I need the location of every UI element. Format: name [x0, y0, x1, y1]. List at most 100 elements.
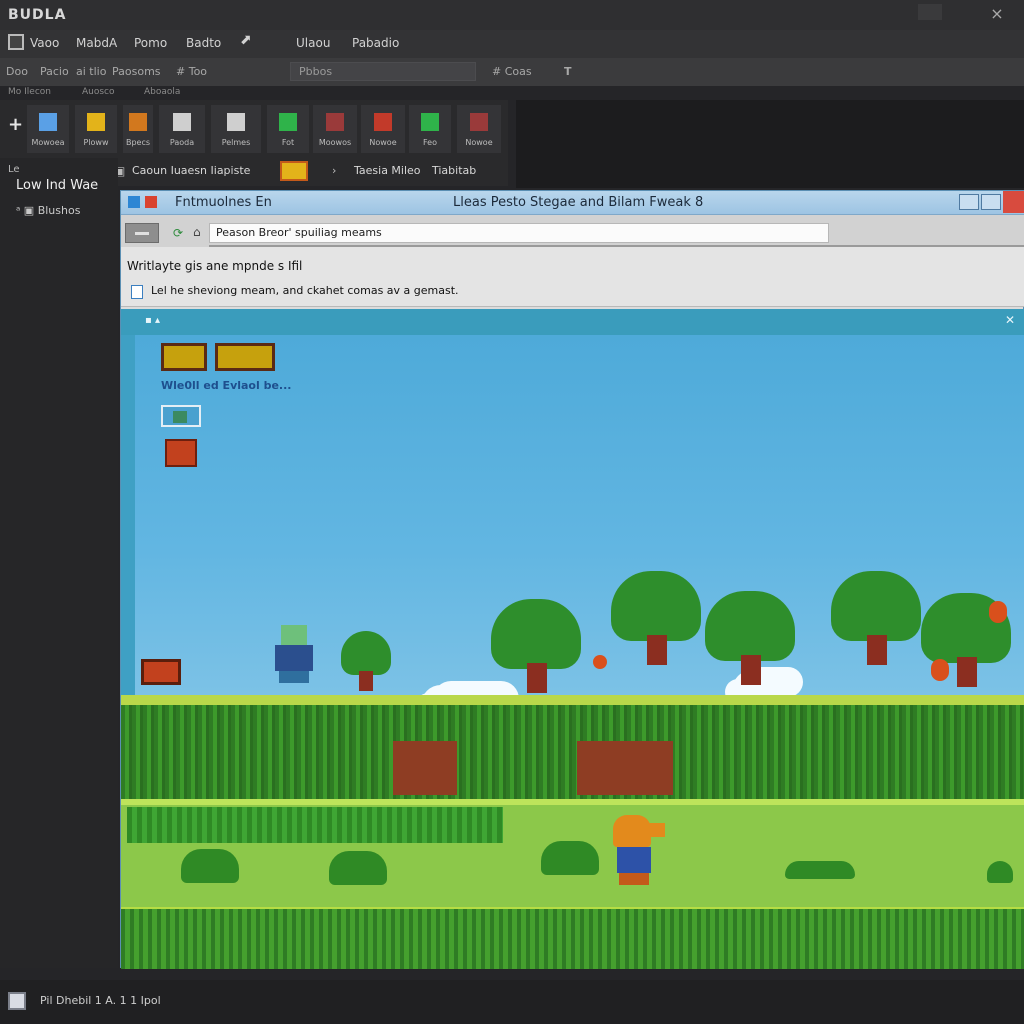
status-text: Pil Dhebil 1 A. 1 1 Ipol: [40, 994, 161, 1007]
info-line-2: Lel he sheviong meam, and ckahet comas a…: [151, 284, 459, 297]
window-close-button[interactable]: [1003, 191, 1024, 213]
cursor-icon: ⬈: [240, 32, 252, 48]
menu-item-6[interactable]: Pabadio: [352, 36, 399, 50]
sprite-icon: [129, 113, 147, 131]
tool-button-7[interactable]: Moowos: [312, 104, 358, 154]
window-close-tab-icon[interactable]: [145, 196, 157, 208]
crumb-1[interactable]: Mo Ilecon: [8, 87, 51, 97]
tool-label: Ploww: [83, 138, 109, 147]
back-button[interactable]: [125, 223, 159, 243]
menu-item-1[interactable]: Vaoo: [30, 36, 59, 50]
window-minimize-button[interactable]: [918, 4, 942, 20]
window-restore-button[interactable]: [959, 194, 979, 210]
tb2-item-6[interactable]: # Coas: [492, 65, 532, 78]
path-edge: [121, 799, 1024, 805]
tb2-item-3[interactable]: ai tlio: [76, 65, 106, 78]
tool-label: Moowos: [318, 138, 352, 147]
tool-button-6[interactable]: Fot: [266, 104, 310, 154]
game-viewport-header: ▪ ▴ ✕: [121, 309, 1024, 335]
app-menu-icon[interactable]: [8, 34, 24, 50]
tool-button-9[interactable]: Feo: [408, 104, 452, 154]
breadcrumb: Mo Ilecon Auosco Aboaola: [0, 86, 510, 100]
game-viewport[interactable]: ▪ ▴ ✕ Wle0ll ed Evlaol be...: [121, 309, 1024, 969]
bush: [785, 861, 855, 879]
hud-text: Wle0ll ed Evlaol be...: [161, 379, 292, 392]
menu-item-3[interactable]: Pomo: [134, 36, 167, 50]
info-line-1: Writlayte gis ane mpnde s Ifil: [127, 259, 303, 273]
window-close-button[interactable]: ×: [984, 4, 1010, 23]
dirt-patch: [577, 741, 673, 795]
document-icon: [131, 285, 143, 299]
grass-field: [121, 909, 1024, 969]
address-input[interactable]: Peason Breor' spuiliag meams: [209, 223, 829, 243]
tool-button-1[interactable]: Mowoea: [26, 104, 70, 154]
tool-button-2[interactable]: Ploww: [74, 104, 118, 154]
box-icon: [374, 113, 392, 131]
arrow-icon: ›: [332, 164, 337, 177]
game-window: Fntmuolnes En Lleas Pesto Stegae and Bil…: [120, 190, 1024, 969]
app-title: BUDLA: [8, 7, 67, 23]
tb2-right-label[interactable]: T: [564, 65, 572, 78]
tree: [705, 591, 795, 691]
status-icon[interactable]: [8, 992, 26, 1010]
window-tab-label[interactable]: Fntmuolnes En: [175, 195, 272, 210]
crumb-2[interactable]: Auosco: [82, 87, 115, 97]
secondary-toolbar: Doo Pacio ai tlio Paosoms # Too Pbbos # …: [0, 58, 1024, 86]
enemy-sprite: [271, 625, 317, 685]
tb2-item-4[interactable]: Paosoms: [112, 65, 161, 78]
camera-icon: [227, 113, 245, 131]
palette2-item-2[interactable]: Taesia Mileo: [354, 164, 421, 177]
menu-item-4[interactable]: Badto: [186, 36, 221, 50]
home-icon[interactable]: ⌂: [193, 225, 201, 239]
bush: [329, 851, 387, 885]
toolbar-search-field[interactable]: Pbbos: [290, 62, 476, 81]
tree-icon: [279, 113, 297, 131]
window-maximize-button[interactable]: [981, 194, 1001, 210]
dirt-patch: [393, 741, 457, 795]
hud-item-icon: [165, 439, 197, 467]
bush: [181, 849, 239, 883]
tool-label: Nowoe: [465, 138, 493, 147]
left-sidebar: Le Low Ind Wae ᵃ ▣ Blushos: [0, 158, 118, 968]
bullet-icon: ᵃ ▣: [16, 204, 38, 217]
menu-bar: Vaoo MabdA Pomo Badto ⬈ Ulaou Pabadio: [0, 30, 1024, 58]
tool-button-5[interactable]: Pelmes: [210, 104, 262, 154]
hud-lives-icon: [161, 343, 277, 371]
window-title: Lleas Pesto Stegae and Bilam Fweak 8: [453, 195, 704, 210]
tree: [341, 631, 391, 691]
grass-field: [121, 705, 1024, 799]
menu-item-2[interactable]: MabdA: [76, 36, 117, 50]
tileset-icon[interactable]: [280, 161, 308, 181]
title-bar: BUDLA ×: [0, 0, 1024, 30]
palette2-item-3[interactable]: Tiabitab: [432, 164, 476, 177]
tree: [611, 571, 701, 671]
tb2-item-2[interactable]: Pacio: [40, 65, 69, 78]
sidebar-title[interactable]: Low Ind Wae: [16, 178, 98, 193]
tool-button-8[interactable]: Nowoe: [360, 104, 406, 154]
leaf-icon: [421, 113, 439, 131]
crumb-3[interactable]: Aboaola: [144, 87, 180, 97]
tool-button-4[interactable]: Paoda: [158, 104, 206, 154]
refresh-icon[interactable]: ⟳: [173, 227, 185, 239]
window-icon: [128, 196, 140, 208]
tb2-item-5[interactable]: # Too: [176, 65, 207, 78]
address-bar: ⟳ ⌂ Peason Breor' spuiliag meams: [121, 215, 1024, 247]
brush-icon: [326, 113, 344, 131]
tool-label: Fot: [281, 138, 295, 147]
empty-panel: [516, 100, 1024, 188]
tool-label: Paoda: [169, 138, 195, 147]
menu-item-5[interactable]: Ulaou: [296, 36, 330, 50]
tool-button-10[interactable]: Nowoe: [456, 104, 502, 154]
tool-button-3[interactable]: Bpecs: [122, 104, 154, 154]
tool-label: Feo: [423, 138, 437, 147]
gears-icon: [39, 113, 57, 131]
tb2-item-1[interactable]: Doo: [6, 65, 28, 78]
palette2-item-1[interactable]: Caoun Iuaesn Iiapiste: [132, 164, 250, 177]
add-tool-button[interactable]: +: [8, 114, 23, 135]
sidebar-item[interactable]: ᵃ ▣ Blushos: [16, 204, 80, 217]
ground-edge: [121, 695, 1024, 705]
fruit: [931, 659, 949, 681]
viewport-close-icon[interactable]: ✕: [1005, 313, 1015, 327]
viewport-menu-icon[interactable]: ▪ ▴: [145, 315, 160, 326]
paint-icon: [173, 113, 191, 131]
